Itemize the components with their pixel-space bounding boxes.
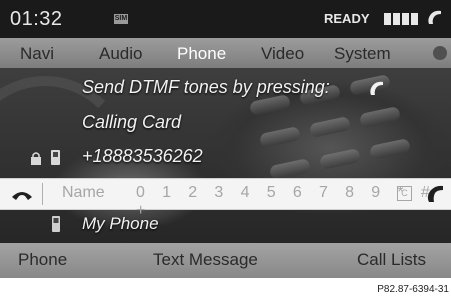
bottom-item-call-lists[interactable]: Call Lists <box>357 250 426 270</box>
status-bar: 01:32 SIM READY <box>0 0 451 38</box>
background-key <box>268 157 312 181</box>
figure-reference-code: P82.87-6394-31 <box>377 284 449 295</box>
sim-card-icon: SIM <box>114 14 128 24</box>
background-key <box>308 115 352 139</box>
menu-item-navi[interactable]: Navi <box>20 44 54 64</box>
speller-name-option[interactable]: Name <box>62 184 105 202</box>
dialed-number[interactable]: +18883536262 <box>82 146 203 167</box>
character-speller: Name 0 1 2 3 4 5 6 7 8 9 * # + C <box>0 178 451 219</box>
ready-status: READY <box>324 11 370 26</box>
bottom-item-phone[interactable]: Phone <box>18 250 67 270</box>
divider <box>42 183 43 205</box>
bottom-menu-bar: Phone Text Message Call Lists <box>0 243 451 278</box>
lock-icon <box>31 152 41 165</box>
bottom-item-text-message[interactable]: Text Message <box>153 250 258 270</box>
call-button-icon[interactable] <box>426 184 446 204</box>
hang-up-icon[interactable] <box>10 187 34 203</box>
my-phone-item[interactable]: My Phone <box>82 214 159 234</box>
head-unit-screen: 01:32 SIM READY Navi Audio Phone Video S… <box>0 0 451 278</box>
mobile-phone-icon <box>52 216 60 232</box>
background-key <box>318 147 362 171</box>
menu-item-video[interactable]: Video <box>261 44 304 64</box>
menu-item-system[interactable]: System <box>334 44 391 64</box>
main-menu-bar: Navi Audio Phone Video System <box>0 38 451 68</box>
call-icon <box>370 81 383 95</box>
phone-handset-icon <box>428 10 441 24</box>
background-key <box>358 105 402 129</box>
background-key <box>258 125 302 149</box>
menu-item-audio[interactable]: Audio <box>99 44 142 64</box>
clock: 01:32 <box>10 8 63 30</box>
dtmf-prompt: Send DTMF tones by pressing: <box>82 77 330 97</box>
backspace-button[interactable]: C <box>397 186 412 201</box>
mobile-phone-icon <box>51 150 60 165</box>
signal-strength-icon <box>384 13 418 25</box>
menu-scroll-indicator <box>433 46 447 60</box>
calling-card-item[interactable]: Calling Card <box>82 112 181 133</box>
background-key <box>368 137 412 161</box>
menu-item-phone[interactable]: Phone <box>177 44 226 64</box>
